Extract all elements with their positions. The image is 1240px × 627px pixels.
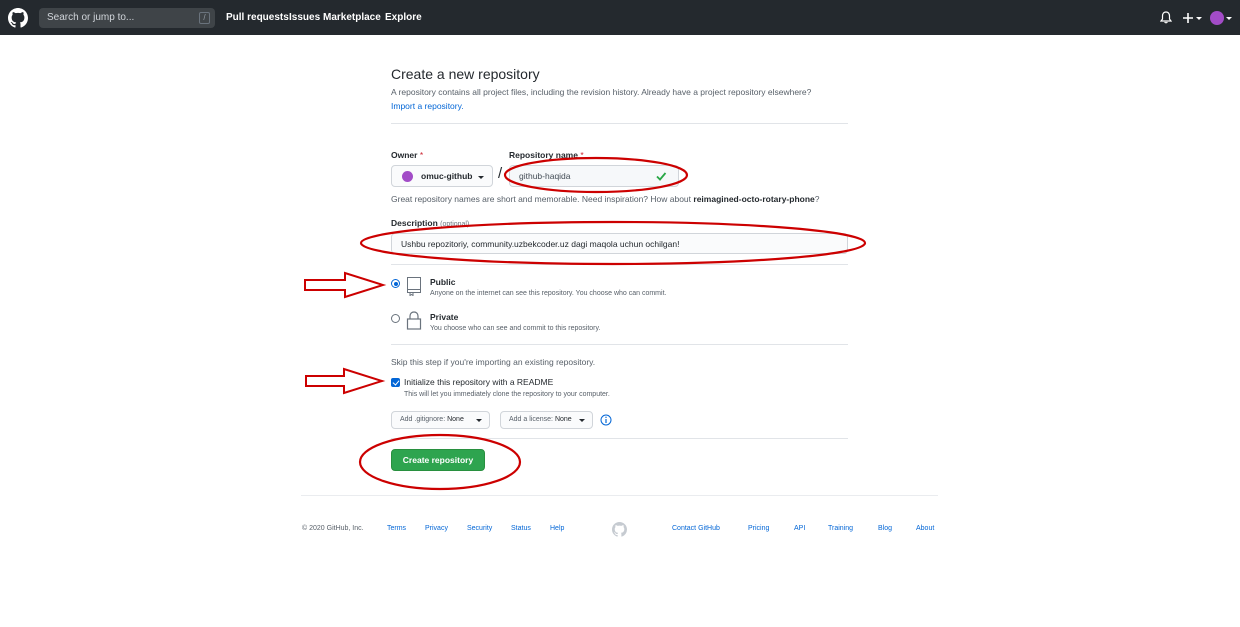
owner-avatar xyxy=(402,171,413,182)
search-placeholder: Search or jump to... xyxy=(47,12,135,23)
owner-caret-icon xyxy=(478,176,484,179)
footer-copyright: © 2020 GitHub, Inc. xyxy=(302,525,364,532)
readme-checkbox[interactable] xyxy=(391,378,400,387)
gitignore-caret-icon xyxy=(476,419,482,422)
annotation-arrow-readme xyxy=(305,367,386,395)
annotation-arrow-public xyxy=(304,271,387,299)
readme-label[interactable]: Initialize this repository with a README xyxy=(404,377,553,387)
repository-name-value: github-haqida xyxy=(519,171,571,181)
footer-link-status[interactable]: Status xyxy=(511,525,531,532)
footer-link-privacy[interactable]: Privacy xyxy=(425,525,448,532)
avatar-dropdown-caret-icon[interactable] xyxy=(1226,17,1232,20)
description-label: Description (optional) xyxy=(391,218,470,228)
gitignore-select[interactable]: Add .gitignore: None xyxy=(391,411,490,429)
public-option-description: Anyone on the internet can see this repo… xyxy=(430,290,667,297)
search-input[interactable]: Search or jump to... / xyxy=(39,8,215,28)
plus-dropdown-caret-icon[interactable] xyxy=(1196,17,1202,20)
info-icon[interactable] xyxy=(600,414,612,426)
footer-link-pricing[interactable]: Pricing xyxy=(748,525,769,532)
plus-icon[interactable] xyxy=(1182,12,1194,24)
license-caret-icon xyxy=(579,419,585,422)
public-radio[interactable] xyxy=(391,279,400,288)
suggested-name[interactable]: reimagined-octo-rotary-phone xyxy=(693,194,814,204)
readme-description: This will let you immediately clone the … xyxy=(404,391,610,398)
check-icon xyxy=(656,172,667,181)
divider xyxy=(391,438,848,439)
top-navbar: Search or jump to... / Pull requests Iss… xyxy=(0,0,1240,35)
nav-issues[interactable]: Issues xyxy=(289,12,320,23)
github-logo-icon[interactable] xyxy=(8,8,28,28)
license-select[interactable]: Add a license: None xyxy=(500,411,593,429)
search-shortcut-key: / xyxy=(199,12,210,24)
owner-value: omuc-github xyxy=(421,171,473,181)
repository-name-input[interactable]: github-haqida xyxy=(509,165,679,187)
nav-explore[interactable]: Explore xyxy=(385,12,422,23)
lock-icon xyxy=(406,311,422,330)
divider xyxy=(391,264,848,265)
nav-pull-requests[interactable]: Pull requests xyxy=(226,12,289,23)
footer-link-help[interactable]: Help xyxy=(550,525,564,532)
footer-link-training[interactable]: Training xyxy=(828,525,853,532)
footer-link-blog[interactable]: Blog xyxy=(878,525,892,532)
nav-marketplace[interactable]: Marketplace xyxy=(323,12,381,23)
page-title: Create a new repository xyxy=(391,66,540,82)
repository-name-label: Repository name * xyxy=(509,150,584,160)
footer-link-security[interactable]: Security xyxy=(467,525,492,532)
owner-select[interactable]: omuc-github xyxy=(391,165,493,187)
divider xyxy=(391,123,848,124)
footer-divider xyxy=(301,495,938,496)
user-avatar[interactable] xyxy=(1210,11,1224,25)
description-value: Ushbu repozitoriy, community.uzbekcoder.… xyxy=(401,239,680,249)
bell-icon[interactable] xyxy=(1160,11,1172,24)
page-subtitle: A repository contains all project files,… xyxy=(391,87,812,97)
divider xyxy=(391,344,848,345)
create-repository-button[interactable]: Create repository xyxy=(391,449,485,471)
footer-link-about[interactable]: About xyxy=(916,525,934,532)
description-input[interactable]: Ushbu repozitoriy, community.uzbekcoder.… xyxy=(391,233,848,254)
owner-label: Owner * xyxy=(391,150,424,160)
private-option-description: You choose who can see and commit to thi… xyxy=(430,325,601,332)
footer-link-contact[interactable]: Contact GitHub xyxy=(672,525,720,532)
repo-icon xyxy=(407,277,421,296)
repository-name-hint: Great repository names are short and mem… xyxy=(391,194,820,204)
skip-step-note: Skip this step if you're importing an ex… xyxy=(391,357,596,367)
github-footer-logo-icon[interactable] xyxy=(612,522,627,537)
footer-link-terms[interactable]: Terms xyxy=(387,525,406,532)
import-repository-link[interactable]: Import a repository. xyxy=(391,101,464,111)
owner-repo-separator: / xyxy=(498,165,503,182)
private-radio[interactable] xyxy=(391,314,400,323)
public-option-title: Public xyxy=(430,277,456,287)
private-option-title: Private xyxy=(430,312,459,322)
footer-link-api[interactable]: API xyxy=(794,525,805,532)
